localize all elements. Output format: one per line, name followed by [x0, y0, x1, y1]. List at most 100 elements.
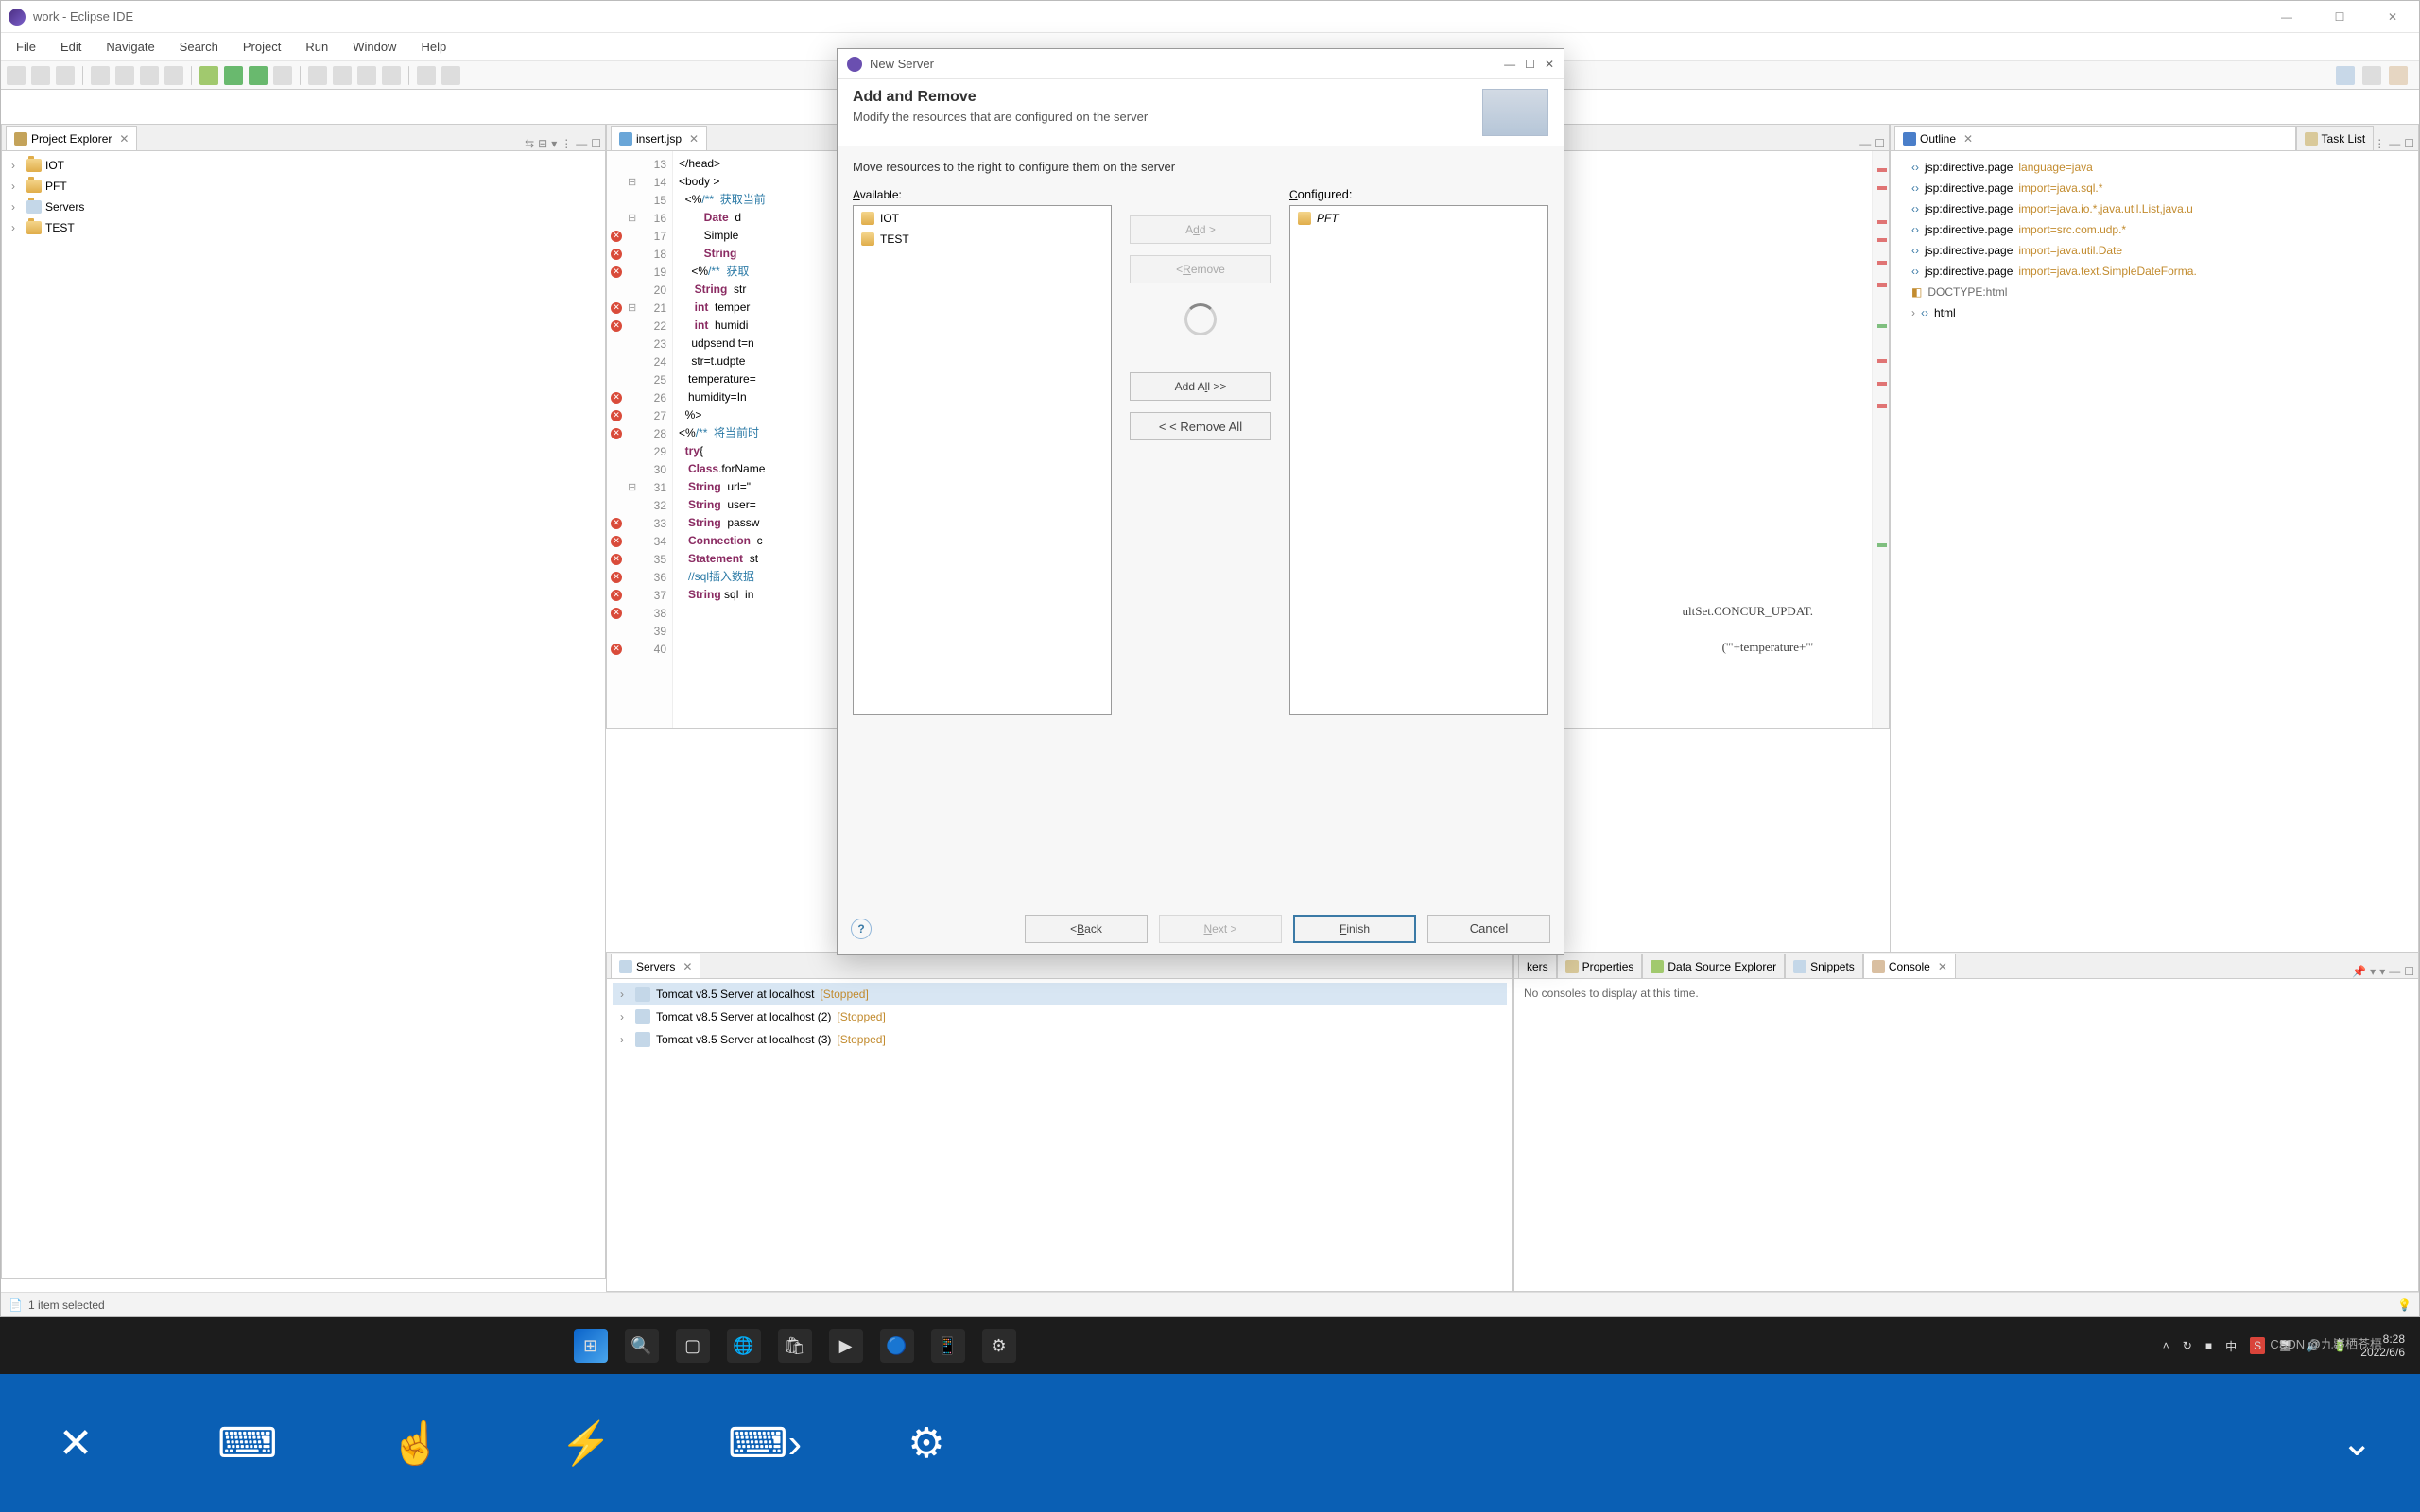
outline-item[interactable]: ›‹›html	[1898, 302, 2411, 323]
tip-icon[interactable]: 💡	[2397, 1298, 2411, 1312]
available-listbox[interactable]: IOTTEST	[853, 205, 1112, 715]
eclipse-taskbar-icon[interactable]: ⚙	[982, 1329, 1016, 1363]
close-button[interactable]: ✕	[2374, 10, 2411, 24]
remove-all-button[interactable]: < < Remove All	[1130, 412, 1271, 440]
toolbar-button[interactable]	[115, 66, 134, 85]
tray-input-icon[interactable]: S	[2250, 1337, 2265, 1354]
cancel-button[interactable]: Cancel	[1427, 915, 1550, 943]
project-item[interactable]: ›Servers	[8, 197, 599, 217]
display-console-icon[interactable]: ▾	[2370, 965, 2376, 978]
outline-item[interactable]: ‹›jsp:directive.page import=java.util.Da…	[1898, 240, 2411, 261]
debug-button[interactable]	[199, 66, 218, 85]
store-icon[interactable]: 🛍	[778, 1329, 812, 1363]
edge-icon[interactable]: 🌐	[727, 1329, 761, 1363]
add-all-button[interactable]: Add All >>	[1130, 372, 1271, 401]
chevron-down-icon[interactable]: ⌄	[2341, 1421, 2373, 1465]
back-button[interactable]: < Back	[1025, 915, 1148, 943]
console-tab[interactable]: Console✕	[1863, 954, 1956, 978]
view-menu-icon[interactable]: ⋮	[2374, 137, 2385, 150]
dialog-minimize-button[interactable]: —	[1504, 58, 1515, 71]
close-icon[interactable]: ✕	[689, 132, 699, 146]
nav-fwd-button[interactable]	[441, 66, 460, 85]
remove-button[interactable]: < Remove	[1130, 255, 1271, 284]
close-icon[interactable]: ✕	[119, 132, 129, 146]
gear-icon[interactable]: ⚙	[898, 1419, 955, 1468]
overview-ruler[interactable]	[1872, 151, 1889, 728]
tray-sync-icon[interactable]: ↻	[2183, 1339, 2192, 1352]
toolbar-button[interactable]	[382, 66, 401, 85]
filter-icon[interactable]: ▾	[551, 137, 557, 150]
close-icon[interactable]: ✕	[1963, 132, 1973, 146]
configured-item[interactable]: PFT	[1292, 208, 1546, 229]
project-item[interactable]: ›PFT	[8, 176, 599, 197]
link-editor-icon[interactable]: ⇆	[525, 137, 534, 150]
open-perspective-icon[interactable]	[2362, 66, 2381, 85]
menu-file[interactable]: File	[7, 36, 45, 58]
save-button[interactable]	[31, 66, 50, 85]
teamviewer-icon[interactable]: 🔵	[880, 1329, 914, 1363]
help-button[interactable]: ?	[851, 919, 872, 939]
collapse-all-icon[interactable]: ⊟	[538, 137, 547, 150]
run-last-button[interactable]	[249, 66, 268, 85]
available-item[interactable]: IOT	[856, 208, 1109, 229]
pin-console-icon[interactable]: 📌	[2352, 965, 2366, 978]
dialog-maximize-button[interactable]: ☐	[1525, 58, 1535, 71]
menu-edit[interactable]: Edit	[51, 36, 91, 58]
task-view-icon[interactable]: ▢	[676, 1329, 710, 1363]
tray-chevron-icon[interactable]: ˄	[2163, 1339, 2169, 1352]
minimize-icon[interactable]: —	[576, 137, 587, 150]
quick-access-icon[interactable]	[2336, 66, 2355, 85]
data-source-tab[interactable]: Data Source Explorer	[1642, 954, 1785, 978]
server-list[interactable]: ›Tomcat v8.5 Server at localhost [Stoppe…	[607, 979, 1512, 1055]
maximize-button[interactable]: ☐	[2321, 10, 2359, 24]
outline-item[interactable]: ‹›jsp:directive.page language=java	[1898, 157, 2411, 178]
close-icon[interactable]: ✕	[683, 960, 692, 973]
toolbar-button[interactable]	[164, 66, 183, 85]
server-item[interactable]: ›Tomcat v8.5 Server at localhost (2) [St…	[613, 1005, 1507, 1028]
tray-app-icon[interactable]: ■	[2205, 1339, 2212, 1352]
menu-search[interactable]: Search	[170, 36, 228, 58]
finish-button[interactable]: Finish	[1293, 915, 1416, 943]
menu-navigate[interactable]: Navigate	[96, 36, 164, 58]
start-button[interactable]: ⊞	[574, 1329, 608, 1363]
menu-help[interactable]: Help	[411, 36, 456, 58]
next-button[interactable]: Next >	[1159, 915, 1282, 943]
toolbar-button[interactable]	[140, 66, 159, 85]
tray-ime-icon[interactable]: 中	[2225, 1338, 2237, 1354]
editor-tab[interactable]: insert.jsp ✕	[611, 126, 707, 150]
save-all-button[interactable]	[56, 66, 75, 85]
search-icon[interactable]: 🔍	[625, 1329, 659, 1363]
menu-project[interactable]: Project	[233, 36, 290, 58]
available-item[interactable]: TEST	[856, 229, 1109, 249]
maximize-icon[interactable]: ☐	[2404, 965, 2414, 978]
close-icon[interactable]: ✕	[1938, 960, 1947, 973]
toolbar-button[interactable]	[91, 66, 110, 85]
menu-run[interactable]: Run	[296, 36, 337, 58]
open-console-icon[interactable]: ▾	[2379, 965, 2385, 978]
add-button[interactable]: Add >	[1130, 215, 1271, 244]
minimize-button[interactable]: —	[2268, 10, 2306, 24]
minimize-icon[interactable]: —	[2389, 137, 2400, 150]
view-menu-icon[interactable]: ⋮	[561, 137, 572, 150]
app-icon[interactable]: 📱	[931, 1329, 965, 1363]
server-item[interactable]: ›Tomcat v8.5 Server at localhost [Stoppe…	[613, 983, 1507, 1005]
ext-tools-button[interactable]	[273, 66, 292, 85]
task-list-tab[interactable]: Task List	[2296, 126, 2375, 150]
maximize-icon[interactable]: ☐	[591, 137, 601, 150]
snippets-tab[interactable]: Snippets	[1785, 954, 1863, 978]
toolbar-button[interactable]	[333, 66, 352, 85]
configured-listbox[interactable]: PFT	[1289, 205, 1548, 715]
servers-tab[interactable]: Servers ✕	[611, 954, 700, 978]
menu-window[interactable]: Window	[343, 36, 406, 58]
close-tool-icon[interactable]: ✕	[47, 1419, 104, 1468]
keyboard-icon[interactable]: ⌨	[217, 1419, 274, 1468]
outline-item[interactable]: ◧DOCTYPE:html	[1898, 282, 2411, 302]
project-item[interactable]: ›TEST	[8, 217, 599, 238]
outline-item[interactable]: ‹›jsp:directive.page import=java.text.Si…	[1898, 261, 2411, 282]
keyboard-action-icon[interactable]: ⌨›	[728, 1419, 785, 1468]
toolbar-button[interactable]	[308, 66, 327, 85]
properties-tab[interactable]: Properties	[1557, 954, 1643, 978]
outline-tab[interactable]: Outline ✕	[1894, 126, 2296, 150]
app-icon[interactable]: ▶	[829, 1329, 863, 1363]
new-button[interactable]	[7, 66, 26, 85]
